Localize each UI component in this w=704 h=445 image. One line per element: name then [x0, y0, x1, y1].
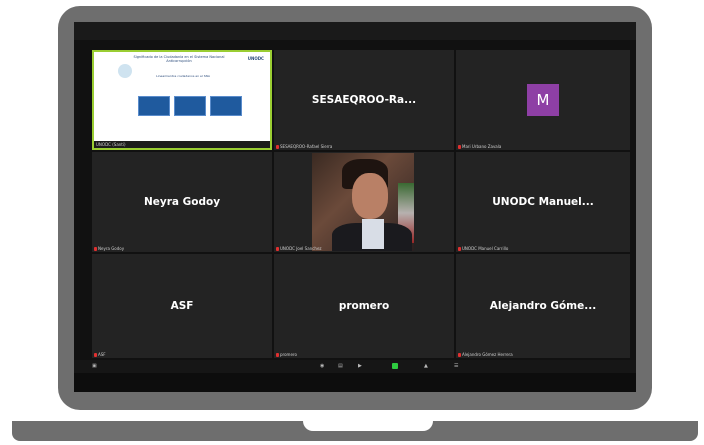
muted-mic-icon — [276, 144, 279, 149]
muted-mic-icon — [458, 352, 461, 357]
screen-bottom-bar — [74, 373, 636, 392]
share-screen-icon[interactable] — [392, 363, 398, 369]
slide-logo-text: UNODC — [247, 56, 264, 61]
muted-mic-icon — [458, 144, 461, 149]
participants-icon[interactable]: ▤ — [338, 363, 343, 369]
participant-label: Neyra Godoy — [94, 246, 124, 251]
slide-box — [210, 96, 242, 116]
participant-label: ASF — [94, 352, 106, 357]
participant-name: SESAEQROO-Ra... — [311, 94, 417, 106]
participant-tile-3[interactable]: M Mari Urbano Zavala — [456, 50, 630, 150]
reactions-icon[interactable]: ▲ — [424, 363, 428, 369]
muted-mic-icon — [458, 246, 461, 251]
muted-mic-icon — [276, 352, 279, 357]
participant-label: SESAEQROO-Rafael Sierra — [276, 144, 332, 149]
participant-name: Neyra Godoy — [143, 196, 221, 208]
laptop-notch — [303, 421, 433, 431]
participant-tile-6[interactable]: UNODC Manuel... UNODC Manuel Carrillo — [456, 152, 630, 252]
video-conference-window: Significado de la Ciudadanía en el Siste… — [74, 22, 636, 392]
participant-label: UNODC (Santi) — [96, 142, 126, 147]
participant-label: UNODC Joel Sanchez — [276, 246, 322, 251]
window-topbar — [74, 22, 636, 40]
record-icon[interactable]: ◉ — [320, 363, 324, 369]
slide-title: Significado de la Ciudadanía en el Siste… — [133, 55, 225, 63]
participant-name: ASF — [170, 300, 194, 312]
meeting-toolbar: ▣ ◉ ▤ ▶ ▲ ☰ — [74, 360, 636, 373]
participant-label: Mari Urbano Zavala — [458, 144, 501, 149]
video-shirt — [362, 219, 384, 249]
participant-name: UNODC Manuel... — [492, 196, 594, 208]
participant-label: Alejandro Gómez Herrera — [458, 352, 513, 357]
participant-video — [312, 153, 414, 251]
participant-name: promero — [338, 300, 390, 312]
muted-mic-icon — [94, 246, 97, 251]
toolbar-left-icon[interactable]: ▣ — [92, 363, 97, 369]
participant-avatar: M — [527, 84, 559, 116]
video-face — [352, 173, 388, 219]
muted-mic-icon — [94, 352, 97, 357]
slide-box — [174, 96, 206, 116]
slide-subtitle: Lineamientos ciudadanos en el SNA — [156, 74, 210, 78]
participant-tile-1[interactable]: Significado de la Ciudadanía en el Siste… — [92, 50, 272, 150]
participant-tile-4[interactable]: Neyra Godoy Neyra Godoy — [92, 152, 272, 252]
participant-tile-8[interactable]: promero promero — [274, 254, 454, 358]
more-icon[interactable]: ☰ — [454, 363, 458, 369]
laptop-base — [12, 421, 698, 441]
participant-tile-2[interactable]: SESAEQROO-Ra... SESAEQROO-Rafael Sierra — [274, 50, 454, 150]
participant-tile-9[interactable]: Alejandro Góme... Alejandro Gómez Herrer… — [456, 254, 630, 358]
participant-name: Alejandro Góme... — [489, 300, 597, 312]
participant-label: promero — [276, 352, 297, 357]
slide-box — [138, 96, 170, 116]
participant-label: UNODC Manuel Carrillo — [458, 246, 508, 251]
participant-tile-5[interactable]: UNODC Joel Sanchez — [274, 152, 454, 252]
muted-mic-icon — [276, 246, 279, 251]
participant-tile-7[interactable]: ASF ASF — [92, 254, 272, 358]
video-icon[interactable]: ▶ — [358, 363, 362, 369]
